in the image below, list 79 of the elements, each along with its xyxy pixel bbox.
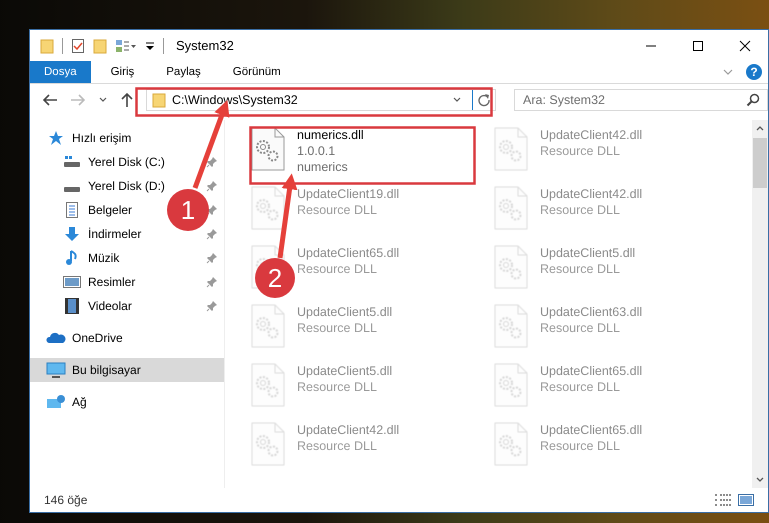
dll-file-icon [251, 422, 285, 466]
sidebar-item[interactable]: Videolar [88, 299, 132, 313]
ribbon-tab[interactable]: Paylaş [152, 61, 213, 83]
pin-icon[interactable] [206, 156, 218, 168]
dll-file-icon [251, 304, 285, 348]
file-name[interactable]: numerics.dll [297, 127, 364, 143]
file-detail: Resource DLL [540, 143, 621, 159]
dll-file-icon [251, 127, 285, 171]
dll-file-icon [494, 245, 528, 289]
file-detail: 1.0.0.1 [297, 143, 336, 159]
file-detail: Resource DLL [297, 261, 378, 277]
network-icon [46, 394, 66, 410]
film-icon [65, 298, 79, 314]
file-detail: Resource DLL [297, 202, 378, 218]
download-arrow-icon [64, 226, 80, 242]
customize-icon[interactable] [115, 38, 137, 54]
dll-file-icon [494, 363, 528, 407]
pin-icon[interactable] [206, 300, 218, 312]
tiles-view-icon[interactable] [738, 493, 754, 507]
sidebar-item[interactable]: Bu bilgisayar [72, 363, 141, 377]
file-detail: Resource DLL [297, 379, 378, 395]
file-detail: Resource DLL [540, 261, 621, 277]
dll-file-icon [494, 127, 528, 171]
dll-file-icon [251, 363, 285, 407]
cloud-icon [46, 331, 66, 345]
scroll-down-icon[interactable] [755, 476, 765, 484]
file-detail: Resource DLL [297, 320, 378, 336]
refresh-icon[interactable] [477, 93, 491, 107]
properties-icon[interactable] [71, 38, 85, 54]
pin-icon[interactable] [206, 252, 218, 264]
up-arrow-icon[interactable] [120, 92, 134, 108]
ribbon-tab[interactable]: Giriş [96, 61, 146, 83]
window-title: System32 [176, 38, 234, 53]
file-detail: Resource DLL [540, 320, 621, 336]
search-field[interactable]: Ara: System32 [514, 89, 768, 111]
file-menu-tab[interactable]: Dosya [30, 61, 91, 83]
sidebar-item[interactable]: Müzik [88, 251, 120, 265]
pin-icon[interactable] [206, 228, 218, 240]
dll-file-icon [494, 304, 528, 348]
maximize-icon[interactable] [692, 40, 704, 52]
sidebar-item[interactable]: OneDrive [72, 331, 123, 345]
callout-number: 1 [167, 189, 209, 231]
sidebar-item[interactable]: Ağ [72, 395, 87, 409]
dll-file-icon [494, 422, 528, 466]
computer-icon [46, 362, 66, 378]
sidebar-item[interactable]: Yerel Disk (C:) [88, 155, 165, 169]
file-detail: Resource DLL [540, 202, 621, 218]
file-detail: Resource DLL [540, 438, 621, 454]
drive-icon [63, 186, 81, 192]
pin-icon[interactable] [206, 180, 218, 192]
scroll-up-icon[interactable] [755, 124, 765, 132]
address-bar[interactable]: C:\Windows\System32 [146, 89, 496, 111]
pin-icon[interactable] [206, 276, 218, 288]
dropdown-caret-icon[interactable] [145, 40, 155, 50]
chevron-down-icon[interactable] [452, 96, 462, 104]
drive-icon [63, 155, 81, 169]
chevron-down-icon[interactable] [98, 96, 108, 104]
help-button[interactable]: ? [746, 64, 762, 80]
callout-number: 2 [255, 258, 295, 298]
close-icon[interactable] [738, 40, 750, 52]
back-arrow-icon[interactable] [42, 93, 58, 107]
details-view-icon[interactable] [714, 493, 732, 507]
item-count: 146 öğe [44, 493, 88, 507]
sidebar-item[interactable]: Hızlı erişim [72, 131, 132, 145]
sidebar-item[interactable]: Resimler [88, 275, 136, 289]
dll-file-icon [251, 186, 285, 230]
dll-file-icon [494, 186, 528, 230]
star-icon [48, 130, 64, 146]
file-detail: Resource DLL [540, 379, 621, 395]
file-detail: numerics [297, 159, 349, 175]
picture-icon [63, 275, 81, 289]
document-icon [65, 202, 79, 218]
scrollbar-thumb[interactable] [753, 138, 767, 188]
ribbon-tab[interactable]: Görünüm [218, 61, 293, 83]
music-note-icon [65, 250, 79, 266]
file-detail: Resource DLL [297, 438, 378, 454]
sidebar-item[interactable]: Yerel Disk (D:) [88, 179, 165, 193]
sidebar-item[interactable]: Belgeler [88, 203, 132, 217]
sidebar-item[interactable]: İndirmeler [88, 227, 142, 241]
